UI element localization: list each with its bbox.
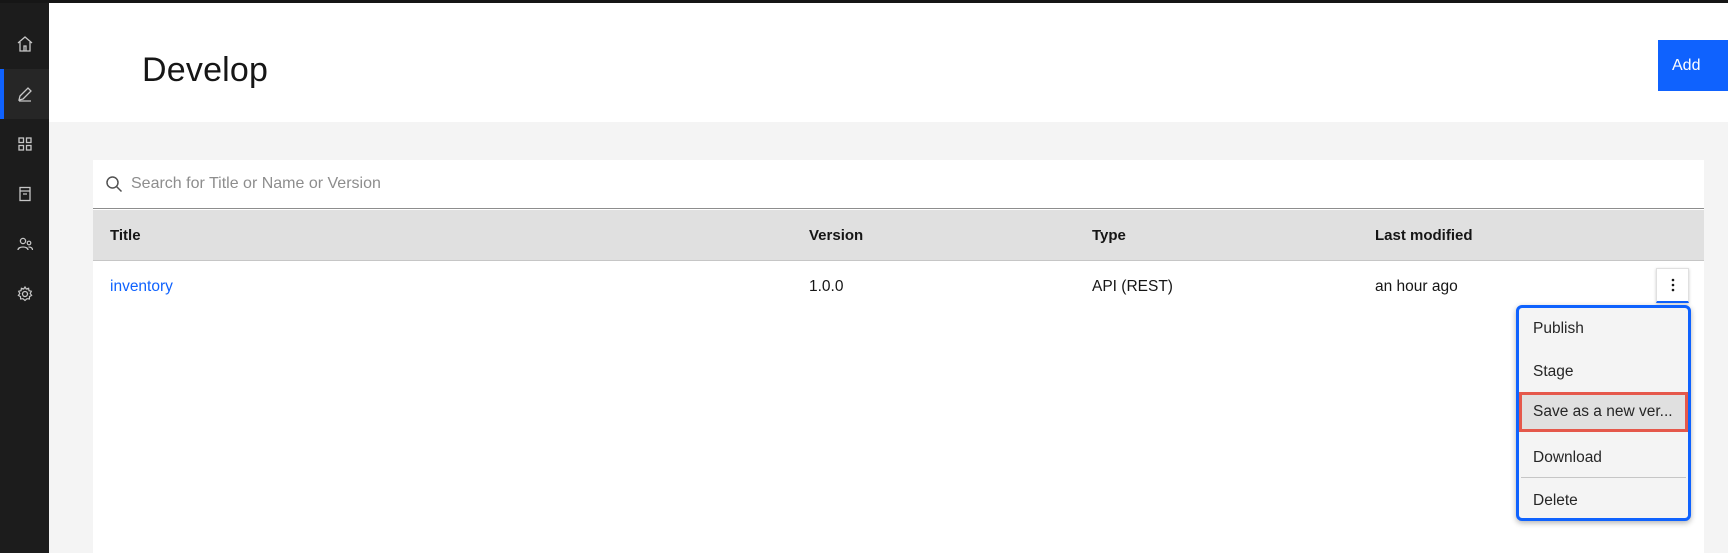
row-last-modified: an hour ago <box>1375 278 1458 295</box>
edit-icon <box>17 87 32 102</box>
table-row: inventory 1.0.0 API (REST) an hour ago <box>93 262 1704 312</box>
catalog-icon <box>18 186 31 202</box>
overflow-vertical-icon <box>1671 278 1674 292</box>
table-header: Title Version Type Last modified <box>93 210 1704 261</box>
nav-catalog[interactable] <box>0 169 49 219</box>
overflow-menu-button[interactable] <box>1656 268 1689 303</box>
overflow-menu: Publish Stage Save as a new ver... Downl… <box>1516 305 1691 521</box>
main-content: Title Version Type Last modified invento… <box>93 160 1704 553</box>
search-icon <box>106 176 123 193</box>
column-header-last-modified[interactable]: Last modified <box>1375 227 1473 244</box>
menu-divider <box>1521 477 1686 478</box>
nav-apps[interactable] <box>0 119 49 169</box>
row-type: API (REST) <box>1092 278 1173 295</box>
nav-settings[interactable] <box>0 269 49 319</box>
page-header: Develop Add <box>49 3 1728 122</box>
column-header-version[interactable]: Version <box>809 227 863 244</box>
row-title-link[interactable]: inventory <box>110 278 173 296</box>
column-header-title[interactable]: Title <box>110 227 141 244</box>
apps-icon <box>17 137 32 151</box>
menu-item-save-new-version[interactable]: Save as a new ver... <box>1519 392 1688 432</box>
nav-users[interactable] <box>0 219 49 269</box>
side-navigation <box>0 3 49 553</box>
page-title: Develop <box>142 51 269 89</box>
menu-item-stage[interactable]: Stage <box>1519 352 1688 392</box>
settings-icon <box>17 285 32 302</box>
users-icon <box>16 237 33 251</box>
nav-develop[interactable] <box>0 69 49 119</box>
menu-item-delete[interactable]: Delete <box>1519 481 1688 521</box>
nav-home[interactable] <box>0 19 49 69</box>
search-bar <box>93 160 1704 209</box>
column-header-type[interactable]: Type <box>1092 227 1126 244</box>
menu-item-publish[interactable]: Publish <box>1519 309 1688 349</box>
menu-item-download[interactable]: Download <box>1519 438 1688 478</box>
row-version: 1.0.0 <box>809 278 844 295</box>
add-button[interactable]: Add <box>1658 40 1728 91</box>
search-input[interactable] <box>131 160 1691 208</box>
home-icon <box>17 36 32 52</box>
